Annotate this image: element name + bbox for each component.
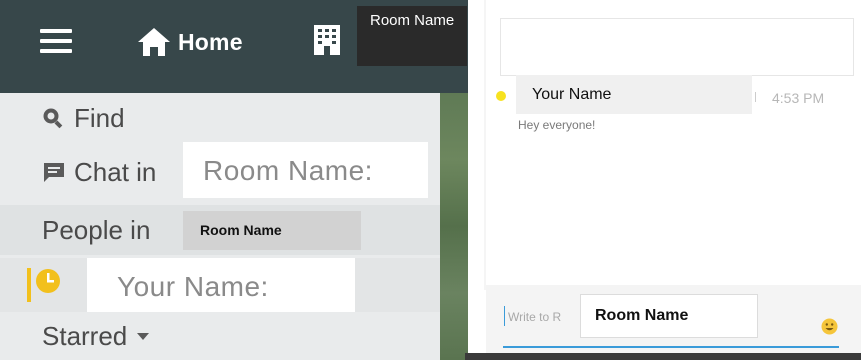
room-name-field[interactable]: Room Name: <box>183 142 428 198</box>
bottom-bar <box>465 353 861 360</box>
active-indicator <box>27 268 31 302</box>
presence-indicator <box>496 91 506 101</box>
nav-chat-label: Chat in <box>74 156 157 187</box>
building-icon[interactable] <box>313 24 341 56</box>
time-separator <box>755 92 756 102</box>
text-cursor <box>504 306 505 326</box>
panel-divider <box>484 0 486 290</box>
message-area <box>500 18 854 76</box>
home-icon <box>138 28 170 56</box>
search-icon <box>43 108 63 129</box>
nav-starred[interactable]: Starred <box>0 313 440 360</box>
people-room-badge: Room Name <box>183 211 361 250</box>
home-button[interactable]: Home <box>137 22 243 62</box>
map-background <box>440 93 468 360</box>
sidebar: Home Room Name Find Chat in Room Name: P… <box>0 0 468 360</box>
chevron-down-icon <box>137 333 150 340</box>
home-label: Home <box>178 28 243 55</box>
composer-room-badge: Room Name <box>580 294 758 338</box>
message-input[interactable] <box>508 306 588 328</box>
your-name-field[interactable]: Your Name: <box>87 258 355 312</box>
message-text: Hey everyone! <box>518 118 596 132</box>
clock-icon <box>36 269 60 293</box>
nav-find[interactable]: Find <box>0 98 440 138</box>
chat-icon <box>44 163 64 182</box>
emoji-icon[interactable] <box>821 318 838 335</box>
nav-people-label: People in <box>42 214 151 245</box>
message-time: 4:53 PM <box>772 90 825 106</box>
nav-find-label: Find <box>74 102 125 133</box>
menu-icon[interactable] <box>40 29 72 53</box>
nav-starred-label: Starred <box>42 321 128 351</box>
room-tooltip: Room Name <box>357 6 467 66</box>
composer-underline <box>503 346 839 348</box>
message-sender[interactable]: Your Name <box>516 75 752 114</box>
top-bar: Home Room Name <box>0 0 468 93</box>
